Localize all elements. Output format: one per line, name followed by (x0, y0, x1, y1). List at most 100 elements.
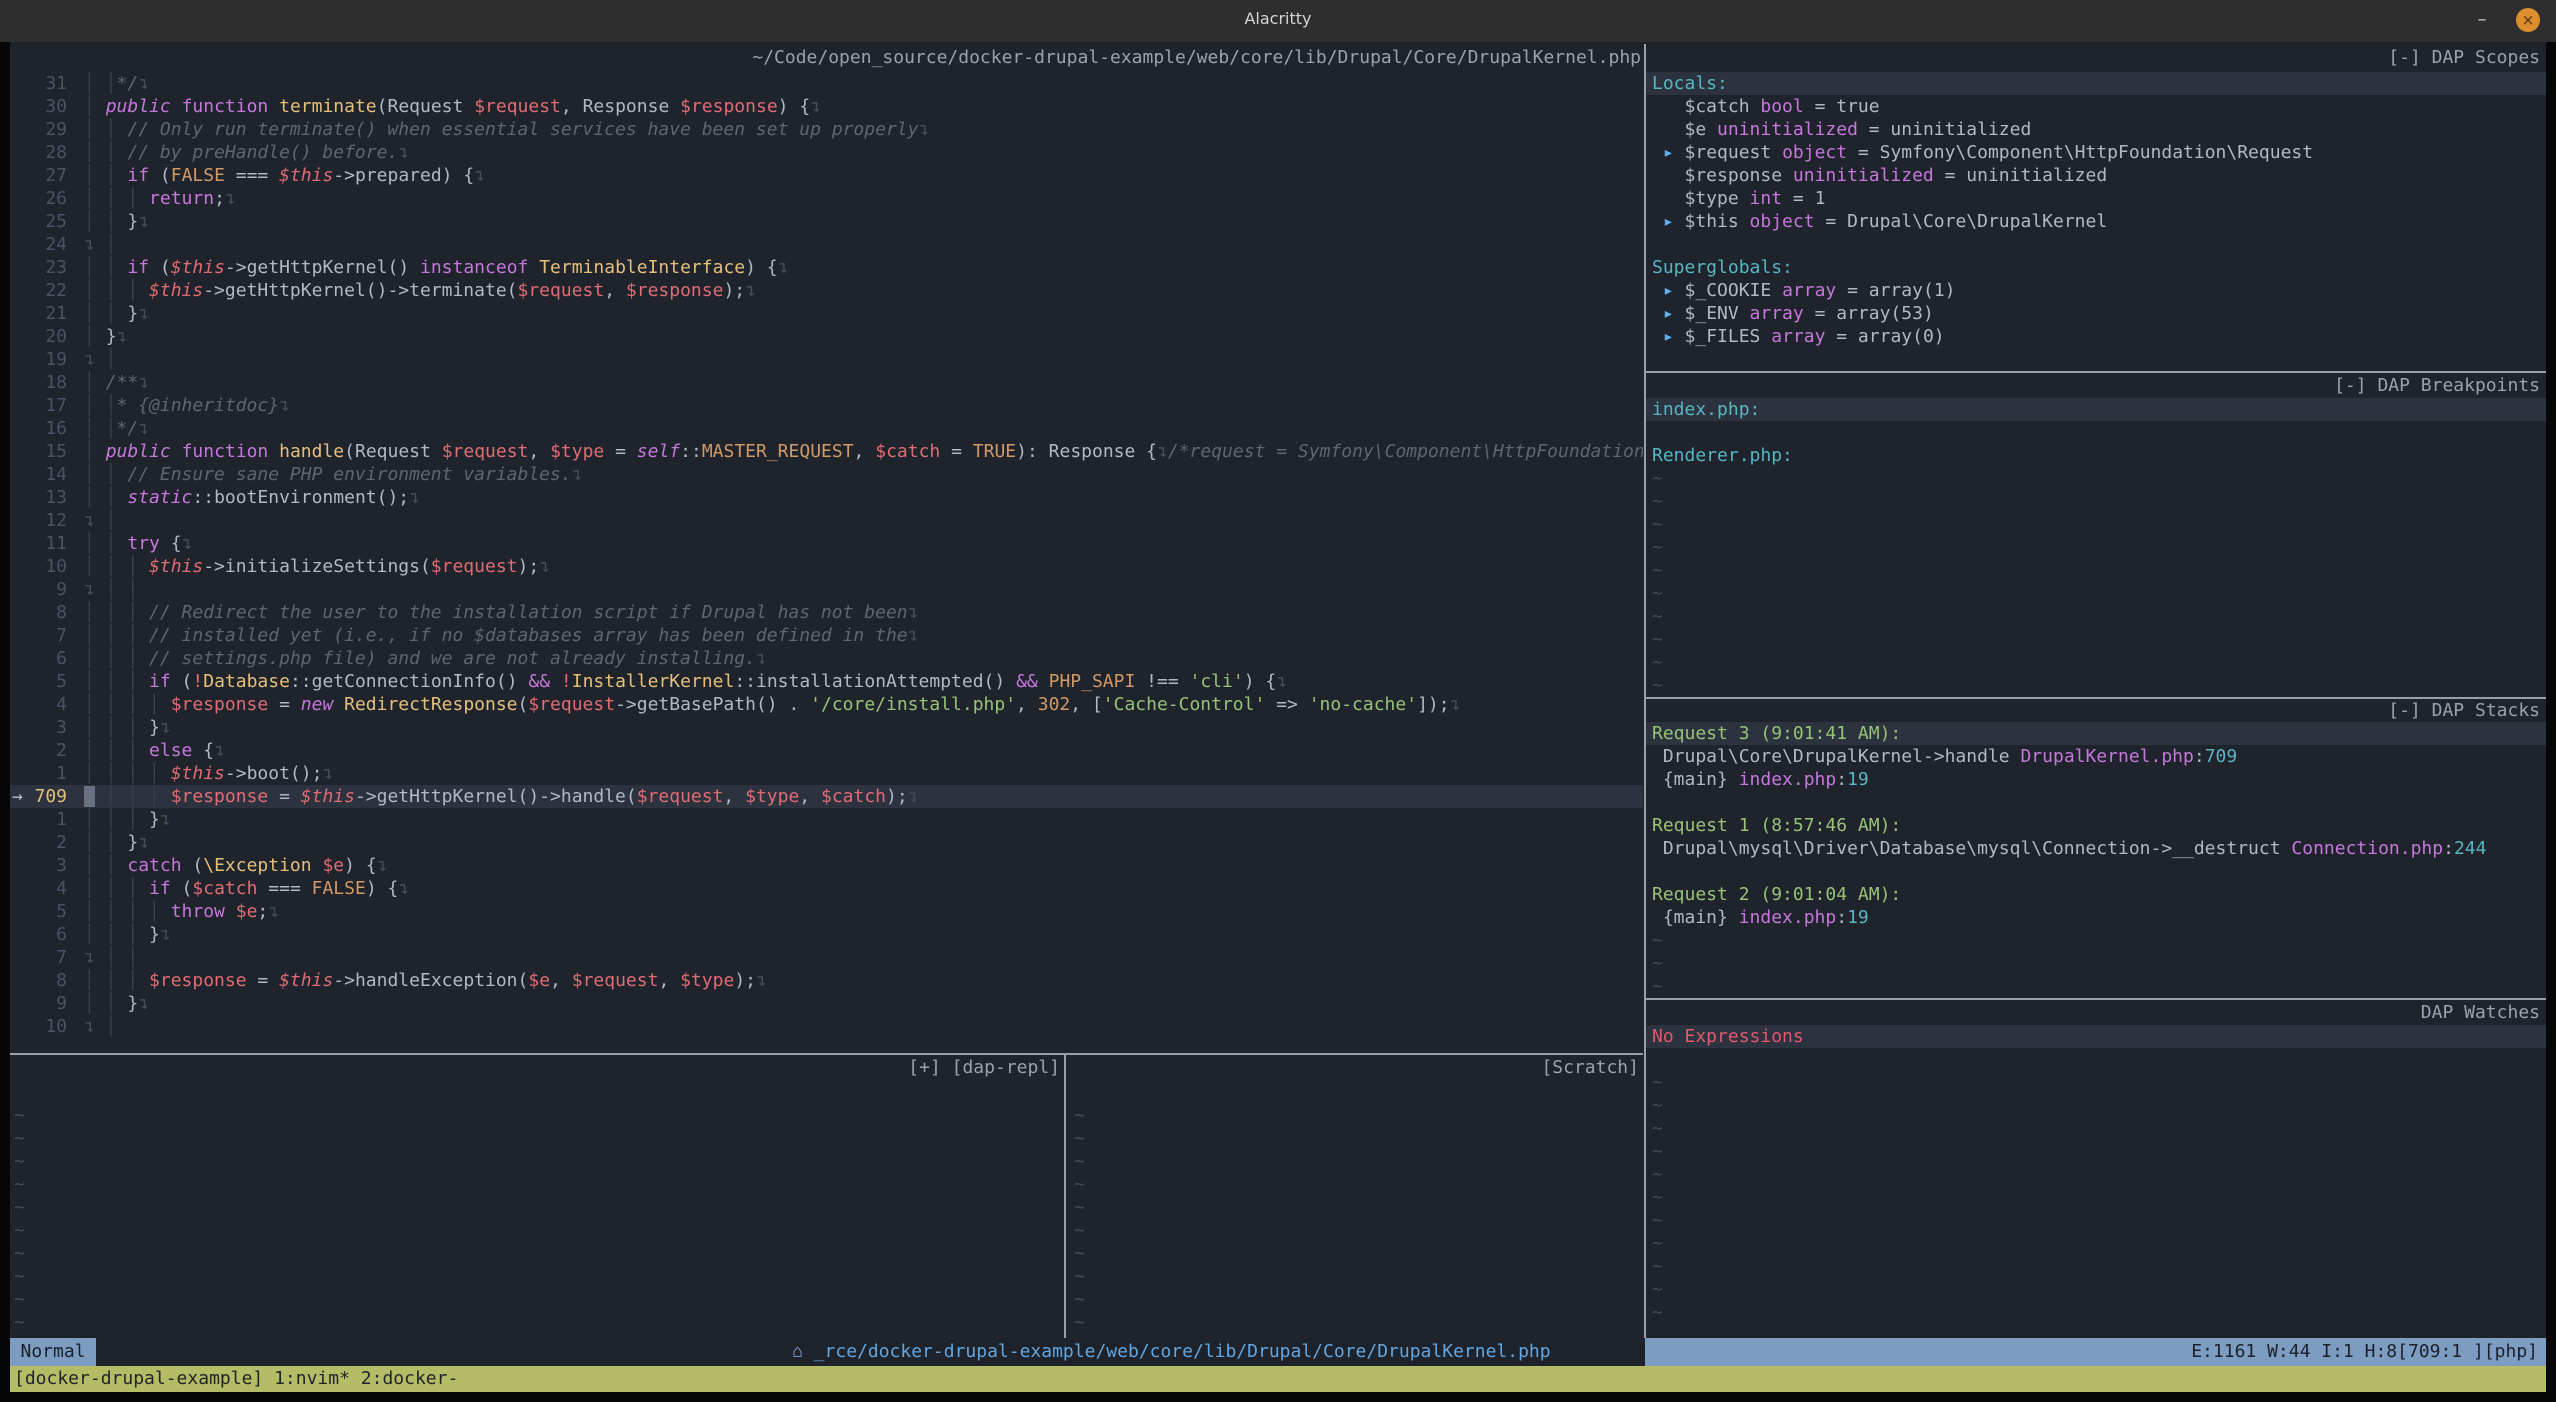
panel-row[interactable]: Request 3 (9:01:41 AM): (1646, 722, 2546, 745)
dap-stacks-panel[interactable]: Request 3 (9:01:41 AM): Drupal\Core\Drup… (1646, 722, 2546, 998)
code-line[interactable]: 1│ │ │ │ $this->boot();↴ (10, 762, 1643, 785)
line-number-gutter[interactable]: 12 (10, 509, 84, 532)
code-line[interactable]: 26│ │ │ return;↴ (10, 187, 1643, 210)
panel-row[interactable]: index.php: (1646, 398, 2546, 421)
code-line[interactable]: 15│ public function handle(Request $requ… (10, 440, 1643, 463)
code-line[interactable]: 9│ │ }↴ (10, 992, 1643, 1015)
panel-row[interactable]: ▸ $_FILES array = array(0) (1646, 325, 2546, 348)
line-number-gutter[interactable]: 30 (10, 95, 84, 118)
dap-breakpoints-panel[interactable]: index.php:Renderer.php:~~~~~~~~~~ (1646, 398, 2546, 697)
panel-row[interactable]: ▸ $this object = Drupal\Core\DrupalKerne… (1646, 210, 2546, 233)
line-number-gutter[interactable]: 10 (10, 1015, 84, 1038)
code-line[interactable]: 4│ │ │ │ $response = new RedirectRespons… (10, 693, 1643, 716)
line-number-gutter[interactable]: 6 (10, 647, 84, 670)
line-number-gutter[interactable]: 10 (10, 555, 84, 578)
panel-row[interactable]: Request 1 (8:57:46 AM): (1646, 814, 2546, 837)
panel-row[interactable]: No Expressions (1646, 1025, 2546, 1048)
panel-row[interactable]: $e uninitialized = uninitialized (1646, 118, 2546, 141)
code-line[interactable]: 31│ │*/↴ (10, 72, 1643, 95)
code-line[interactable]: 16│ │*/↴ (10, 417, 1643, 440)
panel-row[interactable]: {main} index.php:19 (1646, 906, 2546, 929)
panel-row[interactable]: Locals: (1646, 72, 2546, 95)
line-number-gutter[interactable]: 2 (10, 831, 84, 854)
panel-row[interactable]: ▸ $_ENV array = array(53) (1646, 302, 2546, 325)
scratch-window[interactable]: ~~~~~~~~~~ (1070, 1081, 1640, 1338)
dap-scopes-panel[interactable]: Locals: $catch bool = true $e uninitiali… (1646, 72, 2546, 371)
line-number-gutter[interactable]: 17 (10, 394, 84, 417)
panel-row[interactable]: Drupal\Core\DrupalKernel->handle DrupalK… (1646, 745, 2546, 768)
line-number-gutter[interactable]: 24 (10, 233, 84, 256)
code-line[interactable]: 28│ │ // by preHandle() before.↴ (10, 141, 1643, 164)
line-number-gutter[interactable]: 9 (10, 992, 84, 1015)
code-line[interactable]: 3│ │ │ }↴ (10, 716, 1643, 739)
vertical-split-separator[interactable] (1064, 1053, 1066, 1338)
code-line[interactable]: 29│ │ // Only run terminate() when essen… (10, 118, 1643, 141)
panel-row[interactable]: Superglobals: (1646, 256, 2546, 279)
code-line[interactable]: 14│ │ // Ensure sane PHP environment var… (10, 463, 1643, 486)
code-line[interactable]: 1│ │ │ }↴ (10, 808, 1643, 831)
code-line[interactable]: 7│ │ │ // installed yet (i.e., if no $da… (10, 624, 1643, 647)
line-number-gutter[interactable]: 20 (10, 325, 84, 348)
dap-watches-panel[interactable]: No Expressions~~~~~~~~~~~ (1646, 1025, 2546, 1338)
code-line[interactable]: 8│ │ │ $response = $this->handleExceptio… (10, 969, 1643, 992)
panel-row[interactable]: {main} index.php:19 (1646, 768, 2546, 791)
line-number-gutter[interactable]: 5 (10, 670, 84, 693)
line-number-gutter[interactable]: 3 (10, 716, 84, 739)
panel-row[interactable]: Renderer.php: (1646, 444, 2546, 467)
line-number-gutter[interactable]: 25 (10, 210, 84, 233)
code-line[interactable]: 12↴ │ (10, 509, 1643, 532)
code-line[interactable]: 3│ │ catch (\Exception $e) {↴ (10, 854, 1643, 877)
panel-row[interactable]: ▸ $request object = Symfony\Component\Ht… (1646, 141, 2546, 164)
tmux-statusbar[interactable]: [docker-drupal-example] 1:nvim* 2:docker… (10, 1366, 2546, 1392)
code-line[interactable]: 4│ │ │ if ($catch === FALSE) {↴ (10, 877, 1643, 900)
panel-row[interactable]: ▸ $_COOKIE array = array(1) (1646, 279, 2546, 302)
code-line[interactable]: 7↴ │ │ (10, 946, 1643, 969)
code-line[interactable]: 17│ │* {@inheritdoc}↴ (10, 394, 1643, 417)
line-number-gutter[interactable]: 4 (10, 877, 84, 900)
line-number-gutter[interactable]: 28 (10, 141, 84, 164)
line-number-gutter[interactable]: 27 (10, 164, 84, 187)
code-line[interactable]: 13│ │ static::bootEnvironment();↴ (10, 486, 1643, 509)
line-number-gutter[interactable]: 1 (10, 762, 84, 785)
line-number-gutter[interactable]: 6 (10, 923, 84, 946)
code-line[interactable]: 2│ │ }↴ (10, 831, 1643, 854)
panel-row[interactable]: $type int = 1 (1646, 187, 2546, 210)
code-line[interactable]: 10│ │ │ $this->initializeSettings($reque… (10, 555, 1643, 578)
line-number-gutter[interactable]: 7 (10, 946, 84, 969)
code-line[interactable]: 5│ │ │ │ throw $e;↴ (10, 900, 1643, 923)
line-number-gutter[interactable]: 15 (10, 440, 84, 463)
panel-row[interactable]: Request 2 (9:01:04 AM): (1646, 883, 2546, 906)
code-line[interactable]: 21│ │ }↴ (10, 302, 1643, 325)
line-number-gutter[interactable]: 13 (10, 486, 84, 509)
code-line[interactable]: 5│ │ │ if (!Database::getConnectionInfo(… (10, 670, 1643, 693)
current-code-line[interactable]: →709 │ │ │ $response = $this->getHttpKer… (10, 785, 1643, 808)
line-number-gutter[interactable]: 11 (10, 532, 84, 555)
panel-row[interactable]: $response uninitialized = uninitialized (1646, 164, 2546, 187)
line-number-gutter[interactable]: 8 (10, 601, 84, 624)
minimize-button[interactable]: – (2470, 8, 2494, 32)
line-number-gutter[interactable]: 23 (10, 256, 84, 279)
code-line[interactable]: 22│ │ │ $this->getHttpKernel()->terminat… (10, 279, 1643, 302)
line-number-gutter[interactable]: 26 (10, 187, 84, 210)
panel-row[interactable]: $catch bool = true (1646, 95, 2546, 118)
code-line[interactable]: 23│ │ if ($this->getHttpKernel() instanc… (10, 256, 1643, 279)
line-number-gutter[interactable]: 9 (10, 578, 84, 601)
line-number-gutter[interactable]: 19 (10, 348, 84, 371)
line-number-gutter[interactable]: 29 (10, 118, 84, 141)
line-number-gutter[interactable]: 8 (10, 969, 84, 992)
dap-repl-window[interactable]: ~~~~~~~~~~ (10, 1081, 1060, 1338)
code-line[interactable]: 6│ │ │ // settings.php file) and we are … (10, 647, 1643, 670)
line-number-gutter[interactable]: 18 (10, 371, 84, 394)
line-number-gutter[interactable]: 22 (10, 279, 84, 302)
code-editor[interactable]: 31│ │*/↴30│ public function terminate(Re… (10, 72, 1643, 1038)
line-number-gutter[interactable]: 4 (10, 693, 84, 716)
code-line[interactable]: 30│ public function terminate(Request $r… (10, 95, 1643, 118)
code-line[interactable]: 2│ │ │ else {↴ (10, 739, 1643, 762)
line-number-gutter[interactable]: 7 (10, 624, 84, 647)
line-number-gutter[interactable]: 2 (10, 739, 84, 762)
line-number-gutter[interactable]: 3 (10, 854, 84, 877)
line-number-gutter[interactable]: 14 (10, 463, 84, 486)
panel-row[interactable]: Drupal\mysql\Driver\Database\mysql\Conne… (1646, 837, 2546, 860)
line-number-gutter[interactable]: 1 (10, 808, 84, 831)
code-line[interactable]: 9↴ │ │ (10, 578, 1643, 601)
